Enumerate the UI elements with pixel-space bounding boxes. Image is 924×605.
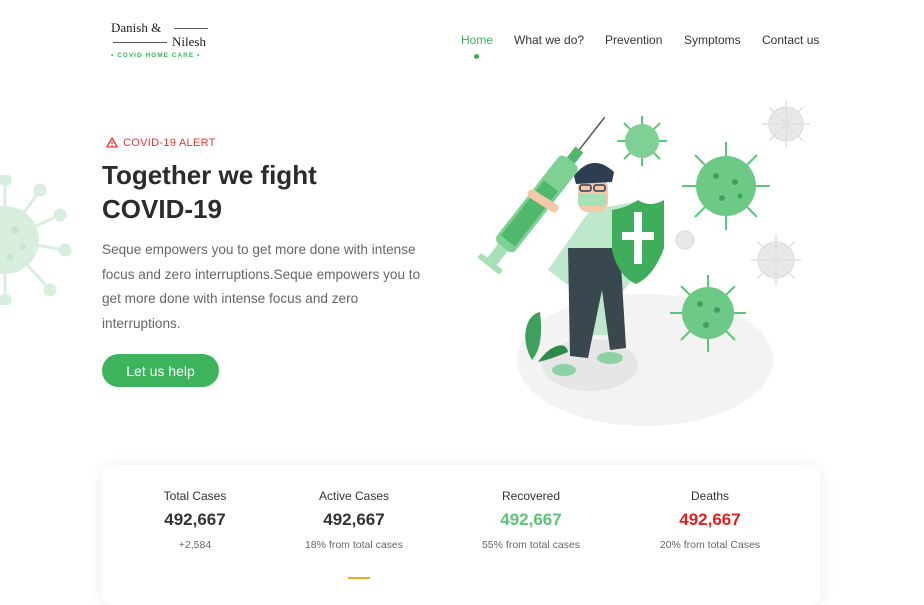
alert-text: COVID-19 ALERT xyxy=(123,137,216,149)
let-us-help-button[interactable]: Let us help xyxy=(102,354,219,387)
stat-label: Deaths xyxy=(690,489,730,503)
slider-indicator xyxy=(348,577,370,579)
stats-card: Total Cases 492,667 +2,584 Active Cases … xyxy=(102,465,820,605)
hero-title-line2: COVID-19 xyxy=(102,194,222,224)
nav-active-indicator xyxy=(474,54,479,59)
hero-description: Seque empowers you to get more done with… xyxy=(102,242,421,331)
stat-label: Total Cases xyxy=(163,489,227,503)
warning-icon xyxy=(106,137,118,148)
stat-value: 492,667 xyxy=(164,510,226,529)
stat-sub: +2,584 xyxy=(178,539,212,551)
brand-tagline: • COVID HOME CARE • xyxy=(111,52,201,59)
nav-contact-us[interactable]: Contact us xyxy=(762,33,819,47)
stat-active-cases: Active Cases 492,667 18% from total case… xyxy=(264,489,444,551)
stat-sub: 20% from total Cases xyxy=(659,539,761,551)
hero-title-line1: Together we fight xyxy=(102,160,317,190)
stat-sub: 55% from total cases xyxy=(481,539,581,551)
stat-deaths: Deaths 492,667 20% from total Cases xyxy=(620,489,800,551)
nav-prevention[interactable]: Prevention xyxy=(605,33,662,47)
nav-symptoms[interactable]: Symptoms xyxy=(684,33,741,47)
stat-sub: 18% from total cases xyxy=(304,539,404,551)
nav-what-we-do[interactable]: What we do? xyxy=(514,33,584,47)
main-nav: Home What we do? Prevention Symptoms Con… xyxy=(0,33,924,59)
doctor-illustration xyxy=(478,100,810,426)
stat-label: Recovered xyxy=(501,489,561,503)
covid-alert-label: COVID-19 ALERT xyxy=(106,137,216,149)
logo-divider xyxy=(174,28,208,29)
stat-value: 492,667 xyxy=(323,510,385,529)
stat-recovered: Recovered 492,667 55% from total cases xyxy=(441,489,621,551)
virus-decoration-icon xyxy=(0,175,72,305)
stat-total-cases: Total Cases 492,667 +2,584 xyxy=(105,489,285,551)
stat-value: 492,667 xyxy=(500,510,562,529)
nav-home[interactable]: Home xyxy=(461,33,493,47)
stat-value: 492,667 xyxy=(679,510,741,529)
hero-title: Together we fight COVID-19 xyxy=(102,158,422,226)
stat-label: Active Cases xyxy=(318,489,390,503)
